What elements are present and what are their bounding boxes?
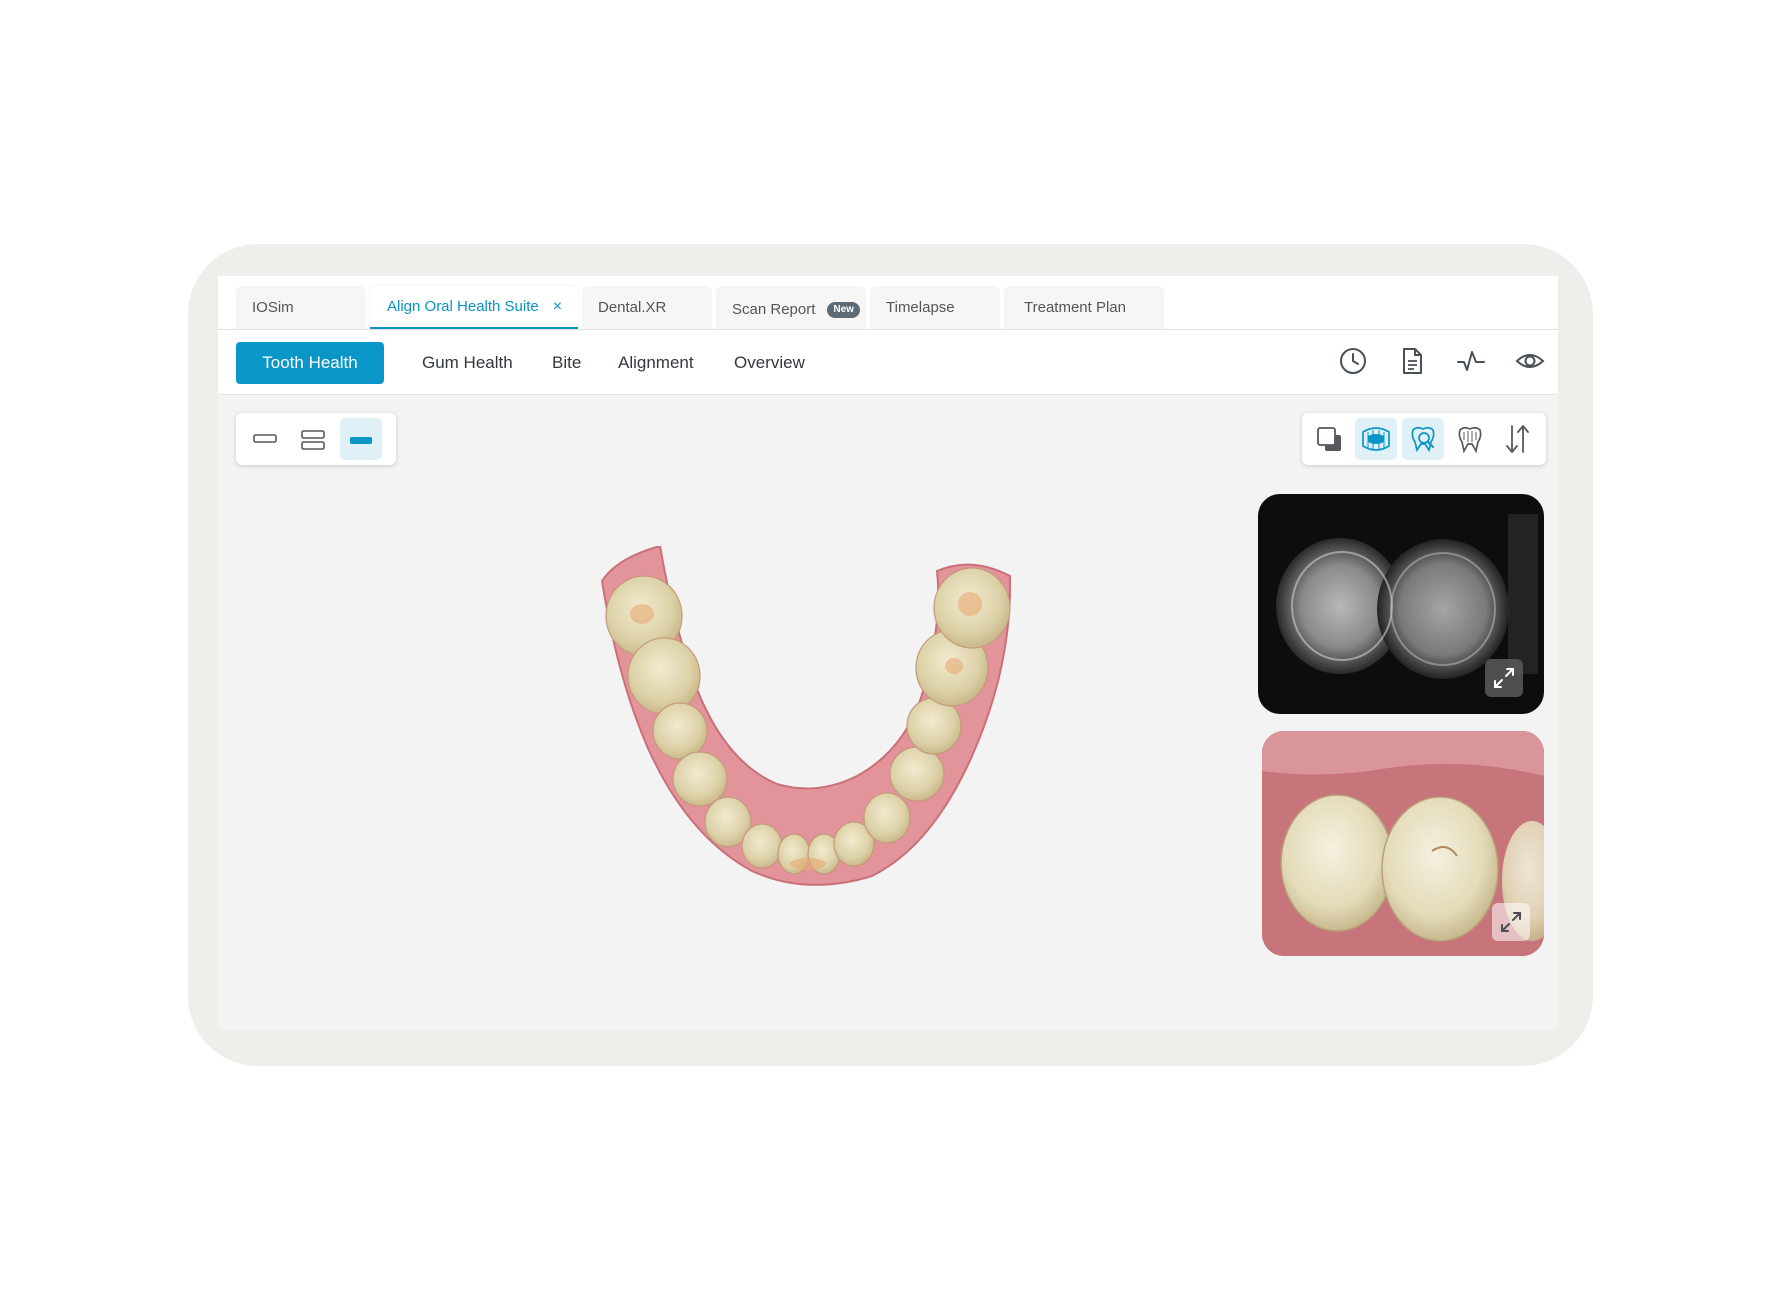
layout-toolbox — [236, 413, 396, 465]
nav-overview[interactable]: Overview — [734, 353, 805, 373]
tab-label: Timelapse — [886, 299, 955, 316]
expand-icon — [1501, 912, 1521, 932]
overlay-button[interactable] — [1308, 418, 1350, 460]
tab-label: Scan Report — [732, 301, 816, 318]
lower-arch-3d-model[interactable] — [572, 546, 1032, 926]
sort-button[interactable] — [1496, 418, 1538, 460]
tab-scan-report[interactable]: Scan Report New — [716, 286, 866, 329]
split-layout-button[interactable] — [292, 418, 334, 460]
tab-label: Align Oral Health Suite — [387, 298, 539, 315]
xray-panel[interactable] — [1258, 494, 1544, 714]
nav-gum-health[interactable]: Gum Health — [422, 353, 513, 373]
tooth-search-button[interactable] — [1402, 418, 1444, 460]
single-layout-button[interactable] — [244, 418, 286, 460]
pulse-icon[interactable] — [1456, 346, 1486, 376]
nav-alignment[interactable]: Alignment — [618, 353, 694, 373]
tooth-button[interactable] — [1449, 418, 1491, 460]
new-badge: New — [827, 301, 860, 318]
full-layout-button[interactable] — [340, 418, 382, 460]
tab-dental-xr[interactable]: Dental.XR — [582, 286, 712, 329]
arch-view-icon — [1362, 427, 1390, 451]
tab-align-oral-health-suite[interactable]: Align Oral Health Suite × — [370, 286, 578, 329]
tab-label: Treatment Plan — [1024, 299, 1126, 316]
nav-tooth-health[interactable]: Tooth Health — [236, 342, 384, 384]
single-layout-icon — [253, 434, 277, 443]
tab-label: Dental.XR — [598, 299, 667, 316]
sort-arrows-icon — [1506, 425, 1529, 453]
full-layout-icon — [350, 437, 372, 444]
app-screen: IOSim Align Oral Health Suite × Dental.X… — [218, 276, 1558, 1030]
expand-xray-button[interactable] — [1485, 659, 1523, 697]
eye-icon[interactable] — [1515, 346, 1545, 376]
tab-treatment-plan[interactable]: Treatment Plan — [1004, 286, 1164, 329]
overlay-icon — [1317, 427, 1341, 451]
tooth-search-icon — [1411, 426, 1435, 453]
split-layout-icon — [301, 430, 325, 450]
tab-bar: IOSim Align Oral Health Suite × Dental.X… — [218, 276, 1558, 330]
nav-bite[interactable]: Bite — [552, 353, 581, 373]
expand-icon — [1494, 668, 1514, 688]
document-icon[interactable] — [1397, 346, 1427, 376]
tab-label: IOSim — [252, 299, 294, 316]
tooth-icon — [1458, 426, 1482, 454]
view-toolbox — [1302, 413, 1546, 465]
close-icon[interactable]: × — [553, 298, 562, 316]
tab-timelapse[interactable]: Timelapse — [870, 286, 1000, 329]
clock-icon[interactable] — [1338, 346, 1368, 376]
tab-iosim[interactable]: IOSim — [236, 286, 366, 329]
expand-photo-button[interactable] — [1492, 903, 1530, 941]
intraoral-photo-panel[interactable] — [1262, 731, 1544, 956]
arch-view-button[interactable] — [1355, 418, 1397, 460]
section-nav: Tooth Health Gum Health Bite Alignment O… — [218, 330, 1558, 395]
